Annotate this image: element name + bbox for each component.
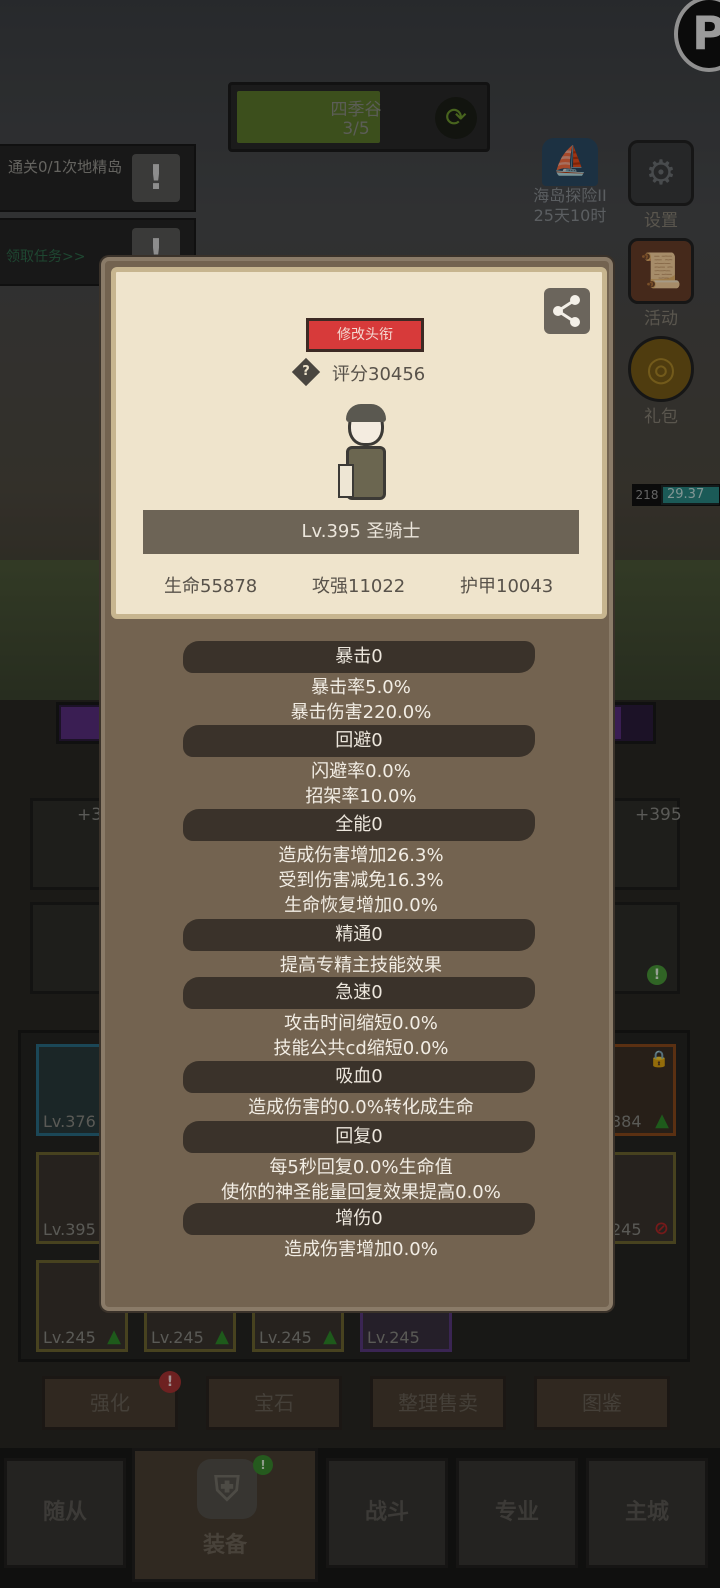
share-button[interactable]: [544, 288, 590, 334]
stat-detail-line: 招架率10.0%: [305, 786, 417, 807]
armor-stat: 护甲10043: [460, 576, 554, 597]
stat-detail-line: 暴击率5.0%: [311, 677, 411, 698]
stat-detail-line: 造成伤害的0.0%转化成生命: [248, 1097, 474, 1118]
stat-header: 精通0: [183, 919, 535, 951]
stat-header: 回避0: [183, 725, 535, 757]
stat-header: 全能0: [183, 809, 535, 841]
character-avatar: [336, 404, 396, 512]
share-icon: [553, 295, 580, 327]
stat-detail-line: 提高专精主技能效果: [280, 955, 442, 976]
stat-header: 回复0: [183, 1121, 535, 1153]
character-stats-modal: 修改头衔 ? 评分30456 Lv.395 圣骑士 生命55878 攻强1102…: [101, 257, 613, 1311]
attack-stat: 攻强11022: [312, 576, 406, 597]
help-icon[interactable]: ?: [291, 357, 321, 387]
stat-detail-line: 闪避率0.0%: [311, 761, 411, 782]
stat-detail-line: 每5秒回复0.0%生命值: [269, 1157, 453, 1178]
stat-header: 暴击0: [183, 641, 535, 673]
hp-stat: 生命55878: [164, 576, 258, 597]
edit-title-button[interactable]: 修改头衔: [306, 318, 424, 352]
stat-header: 吸血0: [183, 1061, 535, 1093]
stat-detail-line: 暴击伤害220.0%: [290, 702, 432, 723]
stat-detail-line: 受到伤害减免16.3%: [278, 870, 444, 891]
stat-detail-line: 生命恢复增加0.0%: [284, 895, 438, 916]
character-card: 修改头衔 ? 评分30456 Lv.395 圣骑士 生命55878 攻强1102…: [111, 267, 607, 619]
score-value: 评分30456: [332, 364, 426, 385]
stat-detail-line: 使你的神圣能量回复效果提高0.0%: [221, 1182, 501, 1203]
stat-header: 增伤0: [183, 1203, 535, 1235]
level-class-label: Lv.395 圣骑士: [143, 510, 579, 554]
score-row: ? 评分30456: [291, 357, 496, 388]
stat-detail-line: 造成伤害增加26.3%: [278, 845, 444, 866]
stat-detail-line: 攻击时间缩短0.0%: [284, 1013, 438, 1034]
base-stats-row: 生命55878 攻强11022 护甲10043: [116, 572, 602, 602]
stat-detail-line: 技能公共cd缩短0.0%: [273, 1038, 449, 1059]
stat-header: 急速0: [183, 977, 535, 1009]
stat-detail-line: 造成伤害增加0.0%: [284, 1239, 438, 1260]
